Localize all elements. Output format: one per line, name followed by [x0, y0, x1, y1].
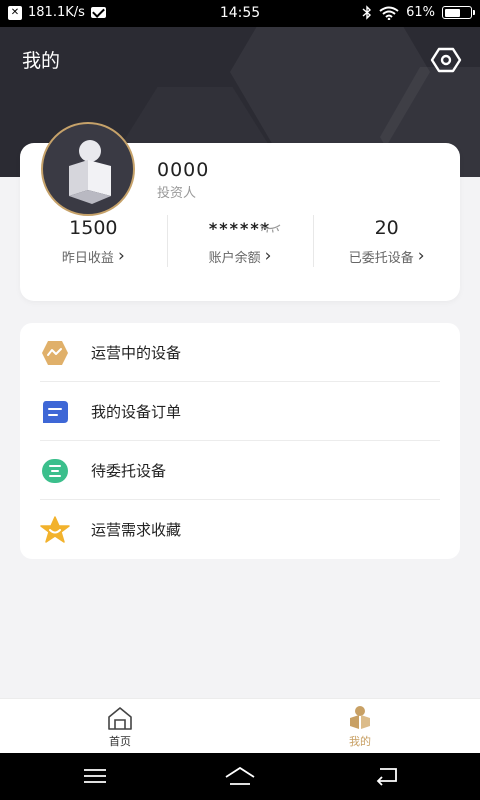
- user-name: 0000: [157, 159, 210, 181]
- tab-mine[interactable]: 我的: [240, 699, 480, 753]
- battery-percent: 61%: [406, 5, 435, 20]
- menu-item-label: 我的设备订单: [91, 403, 182, 421]
- menu-icon[interactable]: [80, 765, 110, 787]
- tab-home[interactable]: 首页: [0, 699, 240, 753]
- user-role: 投资人: [157, 186, 197, 201]
- menu-item-label: 运营中的设备: [91, 344, 182, 362]
- stats-row: 1500 昨日收益 › ****** 账户余额 › 20 已委托设备 ›: [20, 215, 460, 271]
- menu-item-pending-devices[interactable]: 待委托设备: [20, 441, 460, 500]
- stat-value: 20: [374, 217, 399, 239]
- star-icon: [40, 515, 70, 545]
- wifi-icon: [379, 6, 399, 20]
- profile-card: 0000 投资人 1500 昨日收益 › ****** 账户余额 › 20 已委托设…: [20, 122, 460, 301]
- bottom-nav: 首页 我的: [0, 698, 480, 753]
- home-icon: [108, 707, 132, 730]
- page-title: 我的: [22, 50, 61, 72]
- bluetooth-icon: [362, 5, 372, 20]
- order-list-icon: [40, 397, 70, 427]
- stat-label: 已委托设备: [348, 251, 414, 266]
- chevron-right-icon: ›: [417, 246, 425, 266]
- stat-delegated-devices[interactable]: 20 已委托设备 ›: [313, 215, 460, 271]
- menu-item-operating-devices[interactable]: 运营中的设备: [20, 323, 460, 382]
- menu-list: 运营中的设备 我的设备订单 待委托设备 运营需求收藏: [20, 323, 460, 559]
- user-avatar-icon: [69, 140, 111, 204]
- stat-value: 1500: [69, 217, 118, 239]
- stat-label: 昨日收益: [61, 251, 114, 266]
- tab-label: 我的: [349, 735, 371, 748]
- system-nav-bar: [0, 753, 480, 800]
- avatar[interactable]: [41, 122, 135, 216]
- menu-item-label: 运营需求收藏: [91, 521, 182, 539]
- settings-hexagon-icon: [430, 47, 462, 73]
- menu-item-device-orders[interactable]: 我的设备订单: [20, 382, 460, 441]
- chevron-right-icon: ›: [264, 246, 272, 266]
- status-bar: ✕ 181.1K/s 14:55 61%: [0, 0, 480, 27]
- menu-item-label: 待委托设备: [91, 462, 167, 480]
- pending-device-icon: [40, 456, 70, 486]
- back-icon[interactable]: [372, 765, 402, 787]
- chart-hexagon-icon: [40, 338, 70, 368]
- settings-button[interactable]: [428, 45, 464, 75]
- stat-label: 账户余额: [208, 251, 261, 266]
- stat-yesterday-earnings[interactable]: 1500 昨日收益 ›: [20, 215, 167, 271]
- profile-icon: [350, 706, 370, 729]
- chevron-right-icon: ›: [117, 246, 125, 266]
- tab-label: 首页: [109, 735, 131, 748]
- stat-account-balance[interactable]: ****** 账户余额 ›: [166, 215, 314, 271]
- eye-closed-icon[interactable]: [259, 223, 281, 233]
- battery-icon: [442, 6, 475, 19]
- menu-item-favorite-demands[interactable]: 运营需求收藏: [20, 500, 460, 559]
- home-nav-icon[interactable]: [222, 765, 258, 787]
